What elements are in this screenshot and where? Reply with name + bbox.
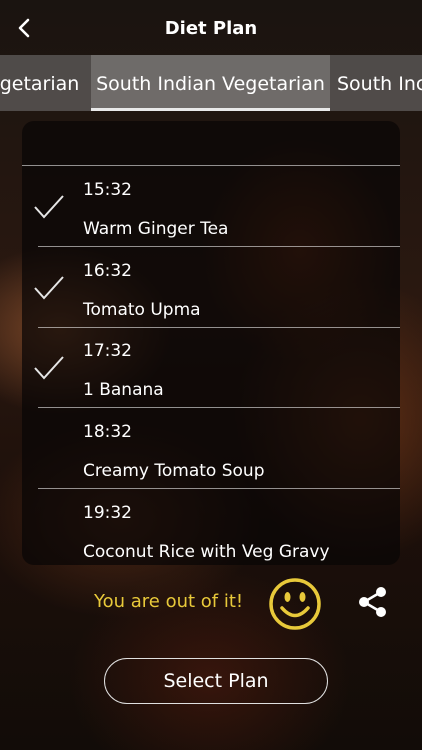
status-message: You are out of it! (94, 591, 244, 612)
checkmark-icon (34, 356, 64, 380)
page-title: Diet Plan (164, 18, 258, 39)
checkmark-icon (34, 195, 64, 219)
meal-time: 17:32 (83, 341, 132, 361)
tab-south-indian[interactable]: South Inc (337, 55, 422, 111)
meal-name: Tomato Upma (83, 300, 201, 320)
list-item[interactable]: 18:32 Creamy Tomato Soup (22, 408, 400, 489)
meal-name: 1 Banana (83, 380, 164, 400)
meal-time: 19:32 (83, 503, 132, 523)
list-item[interactable]: 19:32 Coconut Rice with Veg Gravy (22, 489, 400, 565)
nav-bar: Diet Plan (0, 0, 422, 56)
list-item[interactable]: 15:32 Warm Ginger Tea (22, 166, 400, 247)
checkmark-icon (34, 276, 64, 300)
plan-tabs: egetarian South Indian Vegetarian South … (0, 55, 422, 111)
meal-time: 15:32 (83, 180, 132, 200)
meal-name: Coconut Rice with Veg Gravy (83, 542, 330, 562)
share-icon[interactable] (355, 584, 391, 620)
meal-list[interactable]: 15:32 Warm Ginger Tea 16:32 Tomato Upma … (22, 121, 400, 565)
meal-time: 16:32 (83, 261, 132, 281)
meal-name: Warm Ginger Tea (83, 219, 229, 239)
tab-south-indian-vegetarian[interactable]: South Indian Vegetarian (91, 55, 330, 111)
meal-name: Creamy Tomato Soup (83, 461, 265, 481)
list-item[interactable]: 16:32 Tomato Upma (22, 247, 400, 328)
tab-vegetarian[interactable]: egetarian (0, 55, 79, 111)
select-plan-button[interactable]: Select Plan (104, 658, 328, 704)
smiley-icon (269, 578, 321, 630)
meal-time: 18:32 (83, 422, 132, 442)
list-item[interactable]: 17:32 1 Banana (22, 327, 400, 408)
